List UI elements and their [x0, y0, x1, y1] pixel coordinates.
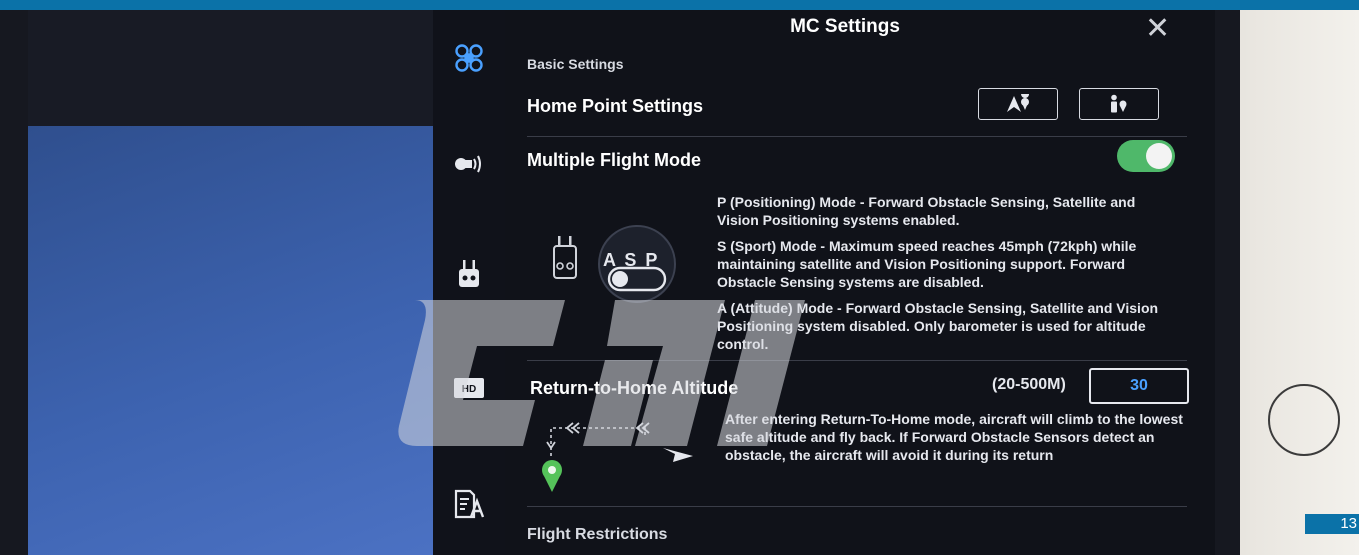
rth-altitude-input[interactable]: 30 [1089, 368, 1189, 404]
aircraft-icon[interactable] [451, 42, 487, 74]
camera-preview [28, 126, 433, 555]
home-point-settings-label: Home Point Settings [527, 96, 704, 116]
panel-title: MC Settings [790, 16, 900, 37]
app-screen: HD MC Settings ✕ Basic Settings Home Poi… [0, 10, 1240, 555]
multiple-flight-mode-label: Multiple Flight Mode [527, 150, 701, 170]
switch-letters: A S P [603, 250, 660, 270]
close-icon[interactable]: ✕ [1145, 14, 1170, 44]
pilot-home-point-button[interactable] [1079, 88, 1159, 120]
basic-settings-header: Basic Settings [527, 56, 624, 72]
aircraft-home-point-button[interactable] [978, 88, 1058, 120]
divider [527, 136, 1187, 137]
aircraft-home-icon [1007, 94, 1030, 112]
device-home-button[interactable] [1268, 384, 1340, 456]
settings-sidebar: HD [433, 10, 506, 555]
general-settings-icon[interactable] [451, 488, 487, 520]
pilot-home-icon [1111, 94, 1127, 113]
flight-restrictions-header: Flight Restrictions [527, 526, 668, 543]
page-number-badge: 13 [1305, 514, 1359, 534]
camera-view-top [28, 10, 433, 126]
remote-controller-icon[interactable] [451, 258, 487, 290]
multiple-flight-mode-toggle[interactable] [1117, 140, 1175, 172]
dji-watermark-logo [398, 300, 805, 446]
s-mode-description: S (Sport) Mode - Maximum speed reaches 4… [717, 238, 1137, 290]
divider [527, 506, 1187, 507]
remote-signal-icon[interactable] [451, 148, 487, 180]
mc-settings-panel: MC Settings ✕ Basic Settings Home Point … [505, 10, 1215, 555]
rth-altitude-range: (20-500M) [992, 376, 1066, 393]
p-mode-description: P (Positioning) Mode - Forward Obstacle … [717, 194, 1136, 228]
top-blue-strip [0, 0, 1359, 10]
